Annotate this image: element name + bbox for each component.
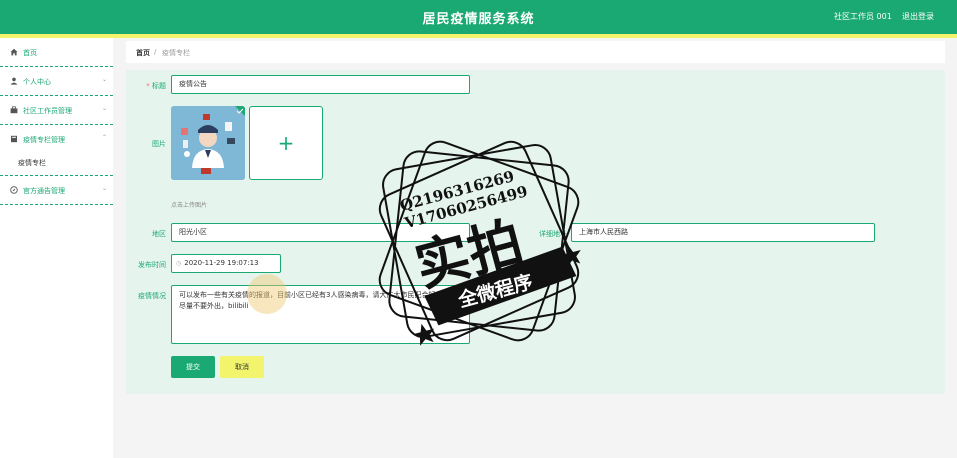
add-image-button[interactable]: + (249, 106, 323, 180)
title-input[interactable]: 疫情公告 (171, 75, 470, 94)
compass-icon (10, 186, 18, 194)
uploaded-image-thumbnail[interactable] (171, 106, 245, 180)
submit-button[interactable]: 提交 (171, 356, 215, 378)
plus-icon: + (277, 131, 295, 155)
top-header: 居民疫情服务系统 社区工作员 001 退出登录 (0, 0, 957, 34)
sidebar-item-home[interactable]: 首页 (0, 38, 113, 67)
breadcrumb-home[interactable]: 首页 (136, 48, 150, 58)
image-label: 图片 (152, 140, 166, 148)
chevron-down-icon: ⌄ (101, 185, 107, 192)
sidebar-subitem-label: 疫情专栏 (18, 159, 46, 167)
sidebar-item-personal[interactable]: 个人中心 ⌄ (0, 67, 113, 96)
home-icon (10, 48, 18, 56)
chevron-down-icon: ⌄ (101, 76, 107, 83)
sidebar-item-label: 官方通告管理 (23, 187, 65, 195)
address-input[interactable]: 上海市人民西路 (571, 223, 875, 242)
description-textarea[interactable]: 可以发布一些有关疫情的报道，目前小区已经有3人感染病毒，请大广大市民配合好工作，… (171, 285, 470, 344)
publish-time-picker[interactable]: ◷ 2020-11-29 19:07:13 (171, 254, 281, 273)
app-title: 居民疫情服务系统 (422, 12, 535, 27)
user-icon (10, 77, 18, 85)
breadcrumb-separator: / (154, 48, 157, 56)
publish-time-label: 发布时间 (138, 261, 166, 269)
chevron-up-icon: ⌃ (101, 134, 107, 141)
breadcrumb: 首页 / 疫情专栏 (126, 41, 945, 63)
publish-time-value: 2020-11-29 19:07:13 (184, 259, 259, 267)
briefcase-icon (10, 106, 18, 114)
sidebar-item-label: 疫情专栏管理 (23, 136, 65, 144)
sidebar-item-worker-mgmt[interactable]: 社区工作员管理 ⌄ (0, 96, 113, 125)
sidebar-item-label: 个人中心 (23, 78, 51, 86)
header-accent-strip (0, 34, 957, 38)
upload-hint: 点击上传图片 (171, 202, 208, 209)
sidebar-subitem-epidemic-column[interactable]: 疫情专栏 (0, 149, 113, 176)
title-label: * 标题 (146, 82, 166, 90)
clock-icon: ◷ (176, 260, 182, 267)
logout-link[interactable]: 退出登录 (902, 11, 934, 22)
description-label: 疫情情况 (138, 292, 166, 300)
sidebar-item-label: 社区工作员管理 (23, 107, 72, 115)
sidebar-item-notice-mgmt[interactable]: 官方通告管理 ⌄ (0, 176, 113, 205)
book-icon (10, 135, 18, 143)
sidebar-item-label: 首页 (23, 49, 37, 57)
address-label: 详细地址 (539, 230, 567, 238)
current-user: 社区工作员 001 (834, 12, 892, 21)
breadcrumb-current: 疫情专栏 (162, 49, 190, 57)
sidebar: 首页 个人中心 ⌄ 社区工作员管理 ⌄ 疫情专栏管理 ⌃ 疫情专栏 官方通告管理… (0, 38, 113, 458)
region-label: 地区 (152, 230, 166, 238)
cancel-button[interactable]: 取消 (220, 356, 264, 378)
chevron-down-icon: ⌄ (101, 105, 107, 112)
region-input[interactable]: 阳光小区 (171, 223, 470, 242)
